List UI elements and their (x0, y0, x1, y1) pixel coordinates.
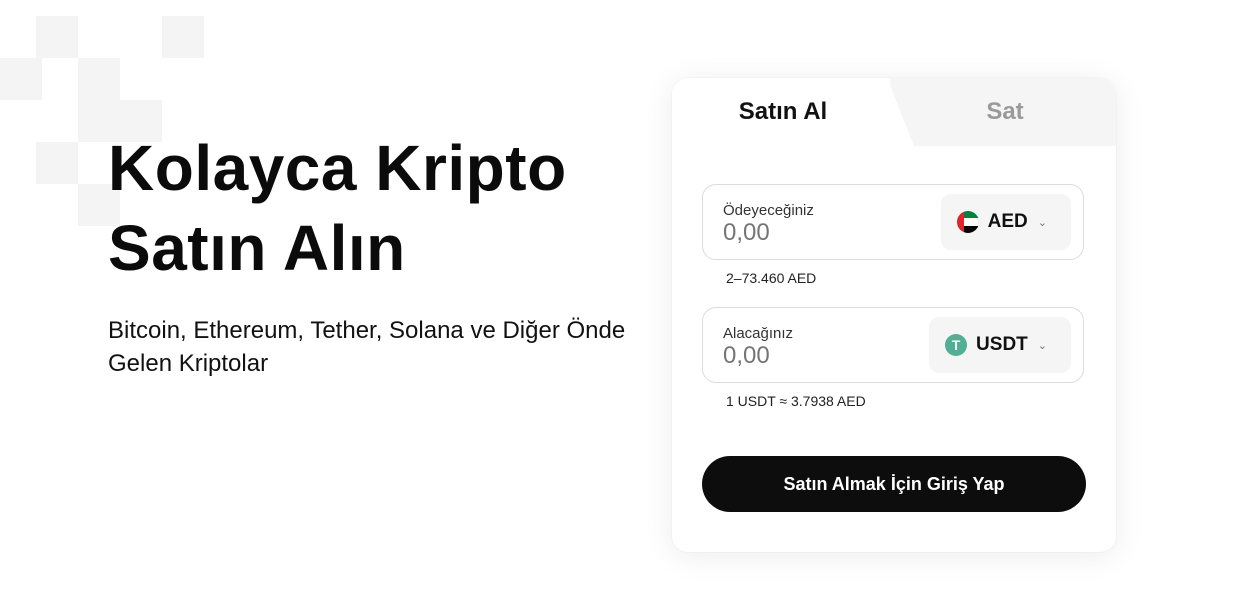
bg-square (78, 58, 120, 100)
receive-currency-select[interactable]: T USDT ⌄ (929, 317, 1071, 373)
chevron-down-icon: ⌄ (1037, 216, 1047, 229)
pay-currency-select[interactable]: AED ⌄ (940, 194, 1071, 250)
uae-flag-icon (956, 211, 979, 233)
hero-title-line2: Satın Alın (108, 212, 406, 284)
exchange-rate-hint: 1 USDT ≈ 3.7938 AED (726, 393, 866, 409)
tether-icon: T (945, 334, 968, 356)
trade-card: Satın Al Sat Ödeyeceğiniz AED ⌄ 2–73.460… (672, 78, 1116, 552)
pay-field: Ödeyeceğiniz AED ⌄ (702, 184, 1084, 260)
bg-square (0, 58, 42, 100)
pay-label: Ödeyeceğiniz (723, 202, 814, 219)
bg-square (36, 142, 78, 184)
bg-square (36, 16, 78, 58)
receive-currency-code: USDT (976, 334, 1028, 355)
trade-tabs: Satın Al Sat (672, 78, 1116, 146)
receive-amount-input[interactable] (723, 342, 923, 370)
receive-field: Alacağınız T USDT ⌄ (702, 307, 1084, 383)
tab-buy[interactable]: Satın Al (672, 98, 894, 126)
hero-title-line1: Kolayca Kripto (108, 132, 567, 204)
receive-label: Alacağınız (723, 325, 794, 342)
pay-currency-code: AED (987, 211, 1028, 232)
login-to-buy-button[interactable]: Satın Almak İçin Giriş Yap (702, 456, 1086, 512)
pay-range-hint: 2–73.460 AED (726, 270, 817, 286)
hero-section: Kolayca Kripto Satın Alın Bitcoin, Ether… (108, 128, 668, 380)
pay-amount-input[interactable] (723, 219, 923, 247)
chevron-down-icon: ⌄ (1037, 339, 1047, 352)
hero-title: Kolayca Kripto Satın Alın (108, 128, 668, 288)
tab-sell[interactable]: Sat (894, 98, 1116, 126)
bg-square (162, 16, 204, 58)
hero-subtitle: Bitcoin, Ethereum, Tether, Solana ve Diğ… (108, 317, 626, 377)
